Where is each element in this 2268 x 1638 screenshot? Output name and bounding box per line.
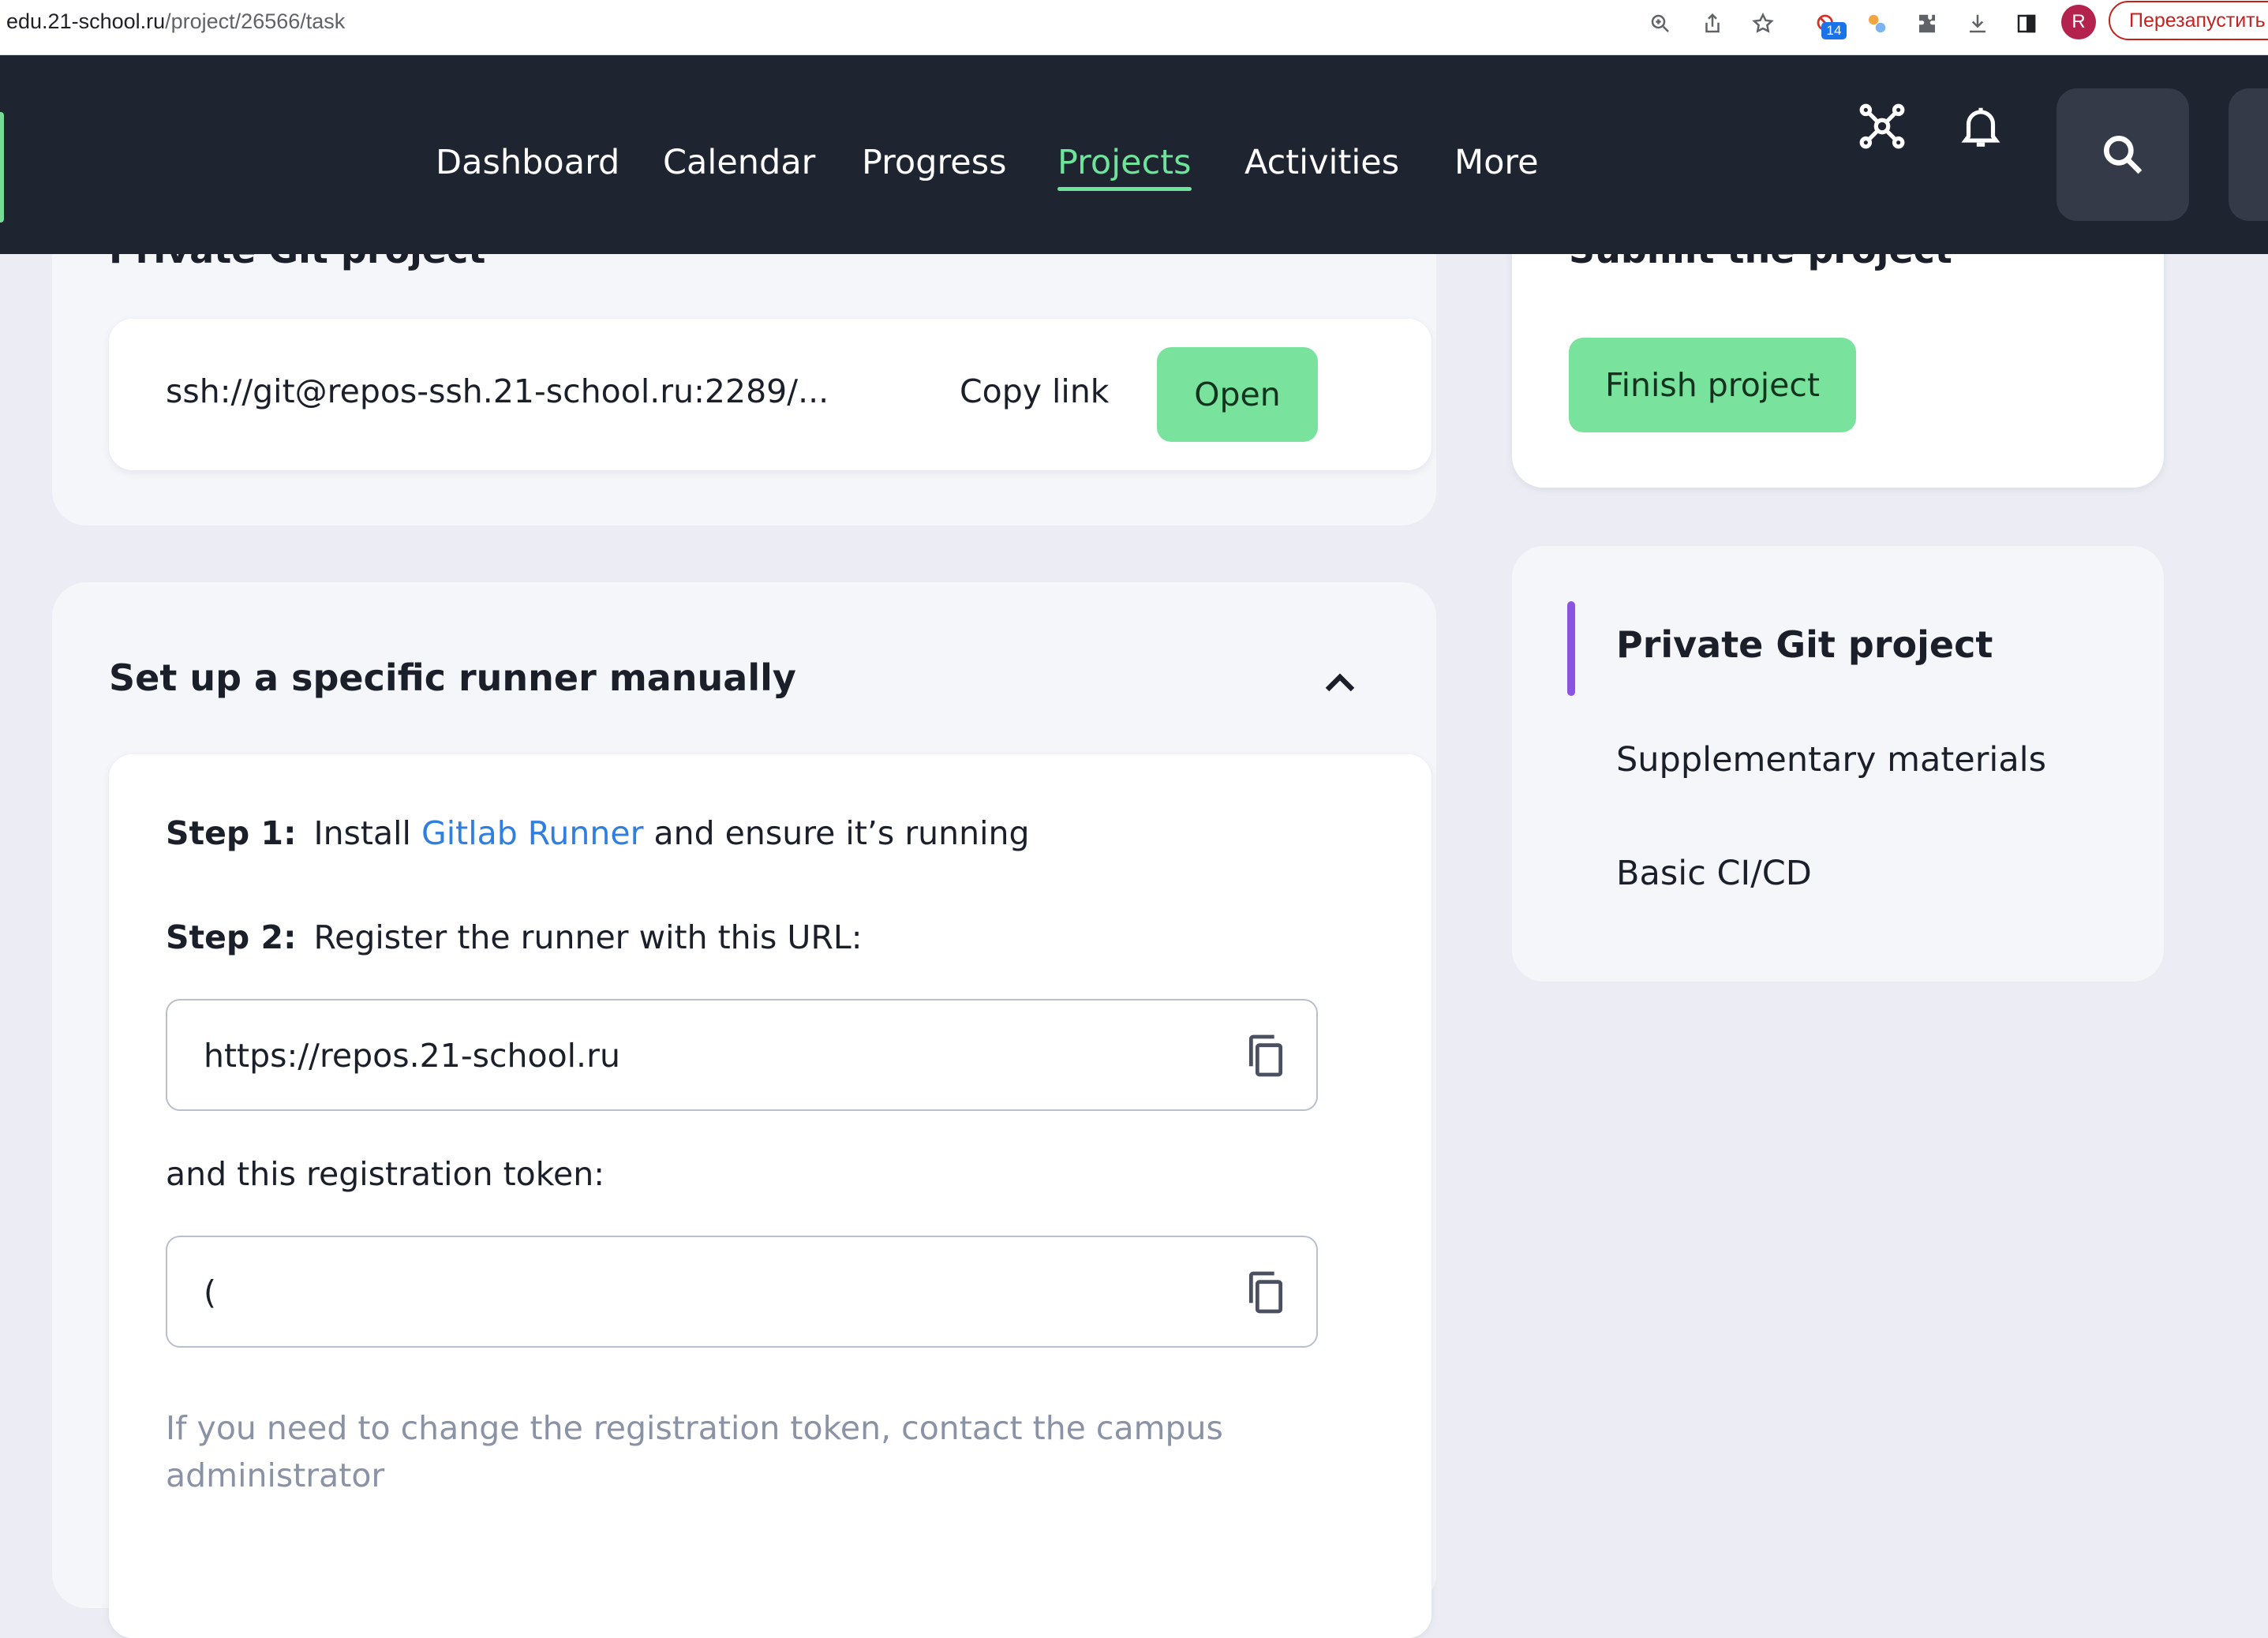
extension-badge: 14 [1821,22,1847,39]
step-1-post: and ensure it’s running [653,814,1030,852]
network-icon[interactable] [1851,95,1914,158]
finish-project-button[interactable]: Finish project [1569,338,1856,432]
relaunch-button[interactable]: Перезапустить [2109,1,2268,40]
step-2-text: Register the runner with this URL: [313,918,863,956]
runner-setup-panel: Set up a specific runner manually Step 1… [52,582,1436,1638]
nav-activities[interactable]: Activities [1244,131,1399,194]
ssh-link-text: ssh://git@repos-ssh.21-school.ru:2289/..… [166,372,829,410]
open-button[interactable]: Open [1157,347,1318,442]
git-link-card: ssh://git@repos-ssh.21-school.ru:2289/..… [109,319,1432,470]
runner-url-field[interactable]: https://repos.21-school.ru [166,999,1318,1111]
copy-url-icon[interactable] [1241,1030,1291,1081]
step-1-label: Step 1: [166,814,297,852]
nav-projects[interactable]: Projects [1057,131,1192,194]
token-intro-text: and this registration token: [166,1155,605,1193]
nav-more[interactable]: More [1454,131,1539,194]
profile-avatar[interactable]: R [2061,5,2096,39]
translate-extension-icon[interactable] [1859,6,1894,41]
sidebar-item-supplementary[interactable]: Supplementary materials [1616,740,2046,780]
header-extra-button[interactable] [2229,88,2268,221]
registration-token-field[interactable]: ( [166,1236,1318,1348]
sidebar-item-private-git[interactable]: Private Git project [1616,623,1993,666]
address-bar[interactable]: edu.21-school.ru/project/26566/task [6,9,345,34]
nav-progress[interactable]: Progress [862,131,1007,194]
page-sections-sidebar: Private Git project Supplementary materi… [1512,546,2164,982]
bell-icon[interactable] [1949,95,2012,158]
copy-token-icon[interactable] [1241,1267,1291,1318]
gitlab-runner-link[interactable]: Gitlab Runner [421,814,644,852]
token-change-note: If you need to change the registration t… [166,1409,1223,1494]
extensions-puzzle-icon[interactable] [1910,6,1944,41]
step-1-pre: Install [313,814,411,852]
copy-link-button[interactable]: Copy link [960,372,1110,410]
app-header: Dashboard Calendar Progress Projects Act… [0,55,2268,254]
url-host: edu.21-school.ru [6,9,166,33]
url-path: /project/26566/task [165,9,346,33]
collapse-chevron-icon[interactable] [1315,658,1365,709]
browser-toolbar: edu.21-school.ru/project/26566/task 14 R… [0,0,2268,55]
step-2: Step 2: Register the runner with this URL… [166,918,863,956]
runner-url-value[interactable]: https://repos.21-school.ru [204,1037,620,1075]
download-icon[interactable] [1960,6,1995,41]
logo-accent [0,112,4,223]
sidebar-item-basic-cicd[interactable]: Basic CI/CD [1616,854,1812,893]
step-2-label: Step 2: [166,918,297,956]
side-panel-icon[interactable] [2009,6,2044,41]
bookmark-star-icon[interactable] [1746,6,1780,41]
search-icon [2103,135,2143,174]
runner-section-title: Set up a specific runner manually [109,656,796,699]
nav-calendar[interactable]: Calendar [663,131,815,194]
step-1: Step 1: Install Gitlab Runner and ensure … [166,814,1030,852]
nav-dashboard[interactable]: Dashboard [436,131,619,194]
zoom-icon[interactable] [1643,6,1678,41]
registration-token-value[interactable]: ( [204,1273,216,1311]
sidebar-active-indicator [1567,601,1575,696]
share-icon[interactable] [1695,6,1730,41]
runner-instructions-card: Step 1: Install Gitlab Runner and ensure … [109,754,1432,1638]
search-button[interactable] [2057,88,2189,221]
